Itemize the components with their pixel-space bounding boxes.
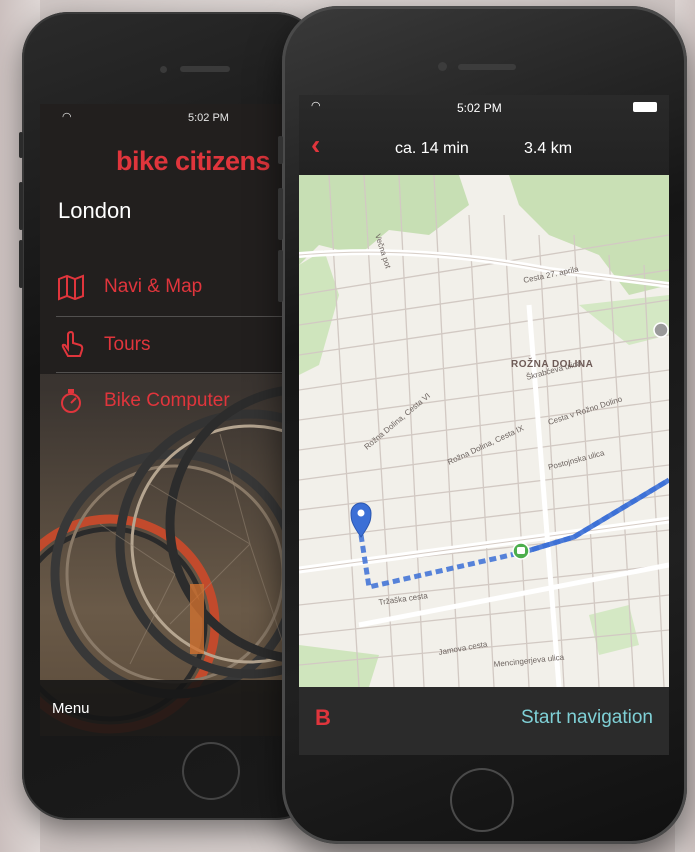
mute-switch bbox=[19, 132, 23, 158]
menu-item-bike-computer[interactable]: Bike Computer bbox=[56, 378, 302, 424]
bus-stop-icon bbox=[512, 542, 530, 560]
menu-button[interactable]: Menu bbox=[52, 700, 90, 717]
map-icon bbox=[58, 274, 84, 301]
navigation-header: ◠ 5:02 PM ‹ ca. 14 min 3.4 km bbox=[299, 95, 669, 175]
start-navigation-button[interactable]: Start navigation bbox=[521, 707, 653, 729]
front-camera bbox=[438, 62, 447, 71]
city-label: London bbox=[58, 198, 132, 223]
menu-item-tours[interactable]: Tours bbox=[56, 322, 302, 368]
volume-up-button bbox=[278, 188, 283, 240]
menu-item-label: Tours bbox=[104, 334, 151, 355]
district-label: ROŽNA DOLINA bbox=[511, 357, 593, 370]
home-button bbox=[182, 742, 240, 800]
back-arrow-icon[interactable]: ‹ bbox=[311, 131, 320, 159]
back-phone: ◠ 5:02 PM bike citizens London Navi & Ma… bbox=[19, 12, 322, 820]
volume-up-button bbox=[19, 182, 23, 230]
bike-citizens-logo: B bbox=[315, 705, 331, 730]
bike-computer-icon bbox=[61, 389, 81, 413]
menu-item-label: Bike Computer bbox=[104, 390, 230, 411]
wifi-icon: ◠ bbox=[62, 111, 72, 123]
volume-down-button bbox=[19, 240, 23, 288]
battery-icon bbox=[633, 102, 657, 112]
menu-divider bbox=[56, 372, 302, 373]
status-time: 5:02 PM bbox=[188, 112, 229, 124]
menu-divider bbox=[56, 316, 302, 317]
mute-switch bbox=[278, 136, 283, 164]
route-distance: 3.4 km bbox=[524, 140, 573, 157]
front-screen: ◠ 5:02 PM ‹ ca. 14 min 3.4 km Večna pot … bbox=[299, 95, 669, 755]
earpiece-speaker bbox=[180, 66, 230, 72]
bottom-bar: Menu bbox=[40, 680, 302, 736]
earpiece-speaker bbox=[458, 64, 516, 70]
poi-icon bbox=[653, 322, 669, 338]
wifi-icon: ◠ bbox=[311, 100, 321, 112]
status-time: 5:02 PM bbox=[457, 101, 502, 115]
brand-logo: bike citizens bbox=[116, 146, 271, 176]
route-duration: ca. 14 min bbox=[395, 140, 469, 157]
route-map[interactable]: Večna pot Cesta 27. aprila Rožna Dolina,… bbox=[299, 175, 669, 687]
home-button bbox=[450, 768, 514, 832]
menu-item-navi-map[interactable]: Navi & Map bbox=[56, 264, 302, 310]
volume-down-button bbox=[278, 250, 283, 302]
front-camera bbox=[160, 66, 167, 73]
navigation-footer: B Start navigation bbox=[299, 687, 669, 755]
menu-item-label: Navi & Map bbox=[104, 276, 203, 297]
status-bar: ◠ 5:02 PM bbox=[40, 104, 302, 130]
back-screen: ◠ 5:02 PM bike citizens London Navi & Ma… bbox=[40, 104, 302, 736]
hand-pointer-icon bbox=[61, 330, 84, 357]
front-phone: ◠ 5:02 PM ‹ ca. 14 min 3.4 km Večna pot … bbox=[278, 6, 687, 844]
